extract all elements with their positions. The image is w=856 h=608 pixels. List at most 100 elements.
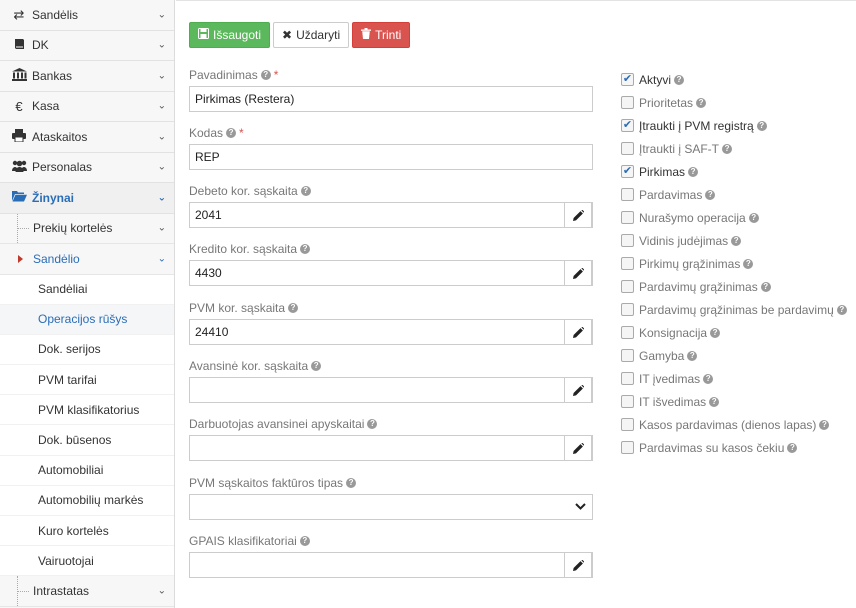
checkbox[interactable]: [621, 142, 634, 155]
pencil-icon[interactable]: [564, 435, 592, 461]
checkbox[interactable]: [621, 349, 634, 362]
nav-ataskaitos[interactable]: Ataskaitos ⌄: [0, 122, 174, 153]
nav-leaf-dok-serijos[interactable]: Dok. serijos: [0, 334, 174, 366]
help-icon[interactable]: ?: [300, 244, 311, 254]
help-icon[interactable]: ?: [300, 186, 311, 196]
debeto-input[interactable]: 2041: [189, 202, 593, 228]
checkbox-row[interactable]: ✔ Pirkimas?: [621, 160, 847, 183]
help-icon[interactable]: ?: [819, 419, 830, 430]
help-icon[interactable]: ?: [688, 166, 699, 177]
nav-dk[interactable]: DK ⌄: [0, 30, 174, 61]
help-icon[interactable]: ?: [709, 396, 720, 407]
nav-sandelis[interactable]: ⇄ Sandėlis ⌄: [0, 0, 174, 31]
darbuotojas-input[interactable]: [189, 435, 593, 461]
nav-label: Dok. būsenos: [38, 433, 112, 448]
pvm-input[interactable]: 24410: [189, 319, 593, 345]
help-icon[interactable]: ?: [710, 327, 721, 338]
checkbox[interactable]: [621, 257, 634, 270]
help-icon[interactable]: ?: [367, 419, 378, 429]
checkbox[interactable]: [621, 303, 634, 316]
checkbox-row[interactable]: Gamyba?: [621, 344, 847, 367]
help-icon[interactable]: ?: [743, 258, 754, 269]
delete-button[interactable]: Trinti: [352, 22, 411, 48]
checkbox-row[interactable]: ✔ Įtraukti į PVM registrą?: [621, 114, 847, 137]
checkbox[interactable]: [621, 96, 634, 109]
help-icon[interactable]: ?: [760, 281, 771, 292]
checkbox-row[interactable]: Pirkimų grąžinimas?: [621, 252, 847, 275]
checkbox[interactable]: [621, 418, 634, 431]
pencil-icon[interactable]: [564, 552, 592, 578]
nav-kasa[interactable]: € Kasa ⌄: [0, 91, 174, 122]
checkbox-checked[interactable]: ✔: [621, 165, 634, 178]
help-icon[interactable]: ?: [696, 97, 707, 108]
help-icon[interactable]: ?: [731, 235, 742, 246]
checkbox-row[interactable]: Įtraukti į SAF-T?: [621, 137, 847, 160]
checkbox-row[interactable]: Pardavimų grąžinimas be pardavimų?: [621, 298, 847, 321]
checkbox[interactable]: [621, 441, 634, 454]
checkbox-row[interactable]: Pardavimas su kasos čekiu?: [621, 436, 847, 459]
help-icon[interactable]: ?: [299, 536, 310, 546]
nav-leaf-pvm-tarifai[interactable]: PVM tarifai: [0, 365, 174, 396]
checkbox[interactable]: [621, 234, 634, 247]
faktura-tipas-select[interactable]: [189, 494, 593, 520]
help-icon[interactable]: ?: [705, 189, 716, 200]
checkbox-row[interactable]: Kasos pardavimas (dienos lapas)?: [621, 413, 847, 436]
nav-leaf-dok-busenos[interactable]: Dok. būsenos: [0, 425, 174, 456]
nav-prekiu-korteles[interactable]: Prekių kortelės ⌄: [0, 213, 174, 244]
nav-leaf-vairuotojai[interactable]: Vairuotojai: [0, 546, 174, 577]
pencil-icon[interactable]: [564, 319, 592, 345]
kodas-input[interactable]: REP: [189, 144, 593, 170]
checkbox-row[interactable]: IT išvedimas?: [621, 390, 847, 413]
checkbox[interactable]: [621, 372, 634, 385]
nav-leaf-sandeliai[interactable]: Sandėliai: [0, 274, 174, 305]
pencil-icon[interactable]: [564, 260, 592, 286]
delete-label: Trinti: [375, 28, 402, 42]
help-icon[interactable]: ?: [226, 128, 237, 138]
checkbox[interactable]: [621, 188, 634, 201]
help-icon[interactable]: ?: [288, 303, 299, 313]
help-icon[interactable]: ?: [722, 143, 733, 154]
checkbox[interactable]: [621, 326, 634, 339]
gpais-input[interactable]: [189, 552, 593, 578]
help-icon[interactable]: ?: [748, 212, 759, 223]
help-icon[interactable]: ?: [687, 350, 698, 361]
checkbox-checked[interactable]: ✔: [621, 119, 634, 132]
nav-personalas[interactable]: Personalas ⌄: [0, 152, 174, 183]
pencil-icon[interactable]: [564, 202, 592, 228]
pencil-icon[interactable]: [564, 377, 592, 403]
pavadinimas-input[interactable]: Pirkimas (Restera): [189, 86, 593, 112]
nav-zinynai[interactable]: Žinynai ⌄: [0, 183, 174, 214]
nav-leaf-kuro-korteles[interactable]: Kuro kortelės: [0, 516, 174, 547]
help-icon[interactable]: ?: [836, 304, 847, 315]
checkbox-row[interactable]: Pardavimų grąžinimas?: [621, 275, 847, 298]
close-button[interactable]: ✖ Uždaryti: [273, 22, 350, 48]
checkbox-row[interactable]: Nurašymo operacija?: [621, 206, 847, 229]
nav-intrastatas[interactable]: Intrastatas ⌄: [0, 576, 174, 607]
avansine-input[interactable]: [189, 377, 593, 403]
checkbox-checked[interactable]: ✔: [621, 73, 634, 86]
save-button[interactable]: Išsaugoti: [189, 22, 271, 48]
help-icon[interactable]: ?: [311, 361, 322, 371]
checkbox-row[interactable]: Konsignacija?: [621, 321, 847, 344]
help-icon[interactable]: ?: [787, 442, 798, 453]
nav-leaf-pvm-klasifikatorius[interactable]: PVM klasifikatorius: [0, 395, 174, 426]
help-icon[interactable]: ?: [756, 120, 767, 131]
checkbox[interactable]: [621, 280, 634, 293]
nav-sandelio[interactable]: Sandėlio ⌄: [0, 244, 174, 275]
checkbox-row[interactable]: Pardavimas?: [621, 183, 847, 206]
nav-leaf-operacijos-rusys[interactable]: Operacijos rūšys: [0, 304, 174, 335]
nav-bankas[interactable]: Bankas ⌄: [0, 61, 174, 92]
help-icon[interactable]: ?: [703, 373, 714, 384]
checkbox[interactable]: [621, 395, 634, 408]
nav-leaf-automobiliai[interactable]: Automobiliai: [0, 455, 174, 486]
help-icon[interactable]: ?: [674, 74, 685, 85]
help-icon[interactable]: ?: [346, 478, 357, 488]
kredito-input[interactable]: 4430: [189, 260, 593, 286]
nav-leaf-automobiliu-markes[interactable]: Automobilių markės: [0, 485, 174, 516]
checkbox-row[interactable]: IT įvedimas?: [621, 367, 847, 390]
checkbox-row[interactable]: Vidinis judėjimas?: [621, 229, 847, 252]
help-icon[interactable]: ?: [260, 70, 271, 80]
checkbox-row[interactable]: Prioritetas?: [621, 91, 847, 114]
checkbox-row[interactable]: ✔ Aktyvi?: [621, 68, 847, 91]
checkbox[interactable]: [621, 211, 634, 224]
